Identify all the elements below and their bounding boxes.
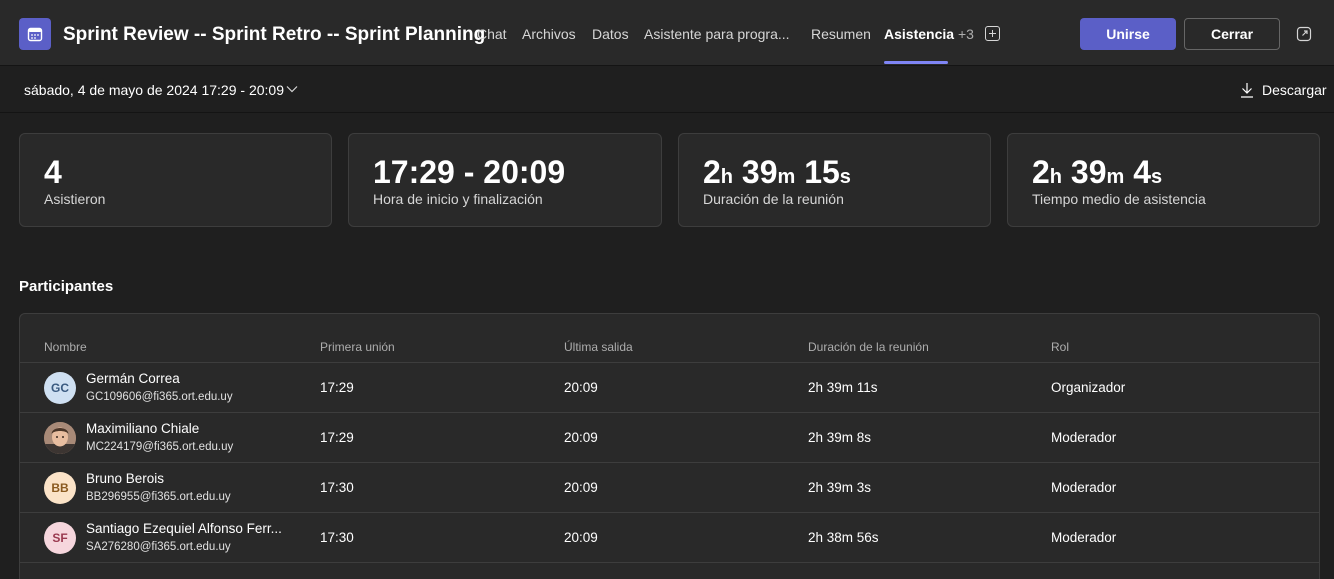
table-row[interactable]: GC Germán Correa GC109606@fi365.ort.edu.… <box>20 363 1319 413</box>
first-join: 17:29 <box>320 430 354 445</box>
more-tabs-button[interactable]: +3 <box>958 26 974 42</box>
column-header-first-join[interactable]: Primera unión <box>320 340 395 354</box>
avatar-photo-icon <box>44 422 76 454</box>
stat-card-duration: 2h 39m 15s Duración de la reunión <box>678 133 991 227</box>
stat-card-attended: 4 Asistieron <box>19 133 332 227</box>
participant-email: GC109606@fi365.ort.edu.uy <box>86 391 233 403</box>
column-header-name[interactable]: Nombre <box>44 340 87 354</box>
duration: 2h 39m 11s <box>808 380 878 395</box>
date-range-selector[interactable]: sábado, 4 de mayo de 2024 17:29 - 20:09 <box>24 82 284 98</box>
popout-icon[interactable] <box>1296 26 1312 42</box>
column-header-role[interactable]: Rol <box>1051 340 1069 354</box>
tab-chat[interactable]: Chat <box>477 26 507 42</box>
tab-asistencia[interactable]: Asistencia <box>884 26 954 42</box>
role: Moderador <box>1051 480 1117 495</box>
meeting-title: Sprint Review -- Sprint Retro -- Sprint … <box>63 24 486 45</box>
first-join: 17:29 <box>320 380 354 395</box>
stat-value: 2h 39m 15s <box>703 154 851 190</box>
participants-table: Nombre Primera unión Última salida Durac… <box>19 313 1320 579</box>
participant-email: BB296955@fi365.ort.edu.uy <box>86 491 231 503</box>
chevron-down-icon[interactable] <box>286 85 298 93</box>
last-leave: 20:09 <box>564 430 598 445</box>
table-row[interactable]: SF Santiago Ezequiel Alfonso Ferr... SA2… <box>20 513 1319 563</box>
avatar: SF <box>44 522 76 554</box>
column-header-last-leave[interactable]: Última salida <box>564 340 633 354</box>
tab-resumen[interactable]: Resumen <box>811 26 871 42</box>
duration: 2h 38m 56s <box>808 530 879 545</box>
role: Moderador <box>1051 430 1117 445</box>
last-leave: 20:09 <box>564 530 598 545</box>
last-leave: 20:09 <box>564 480 598 495</box>
download-button[interactable]: Descargar <box>1240 80 1327 100</box>
stat-label: Duración de la reunión <box>703 191 844 207</box>
duration: 2h 39m 8s <box>808 430 872 445</box>
meeting-header: Sprint Review -- Sprint Retro -- Sprint … <box>0 0 1334 66</box>
participant-name: Santiago Ezequiel Alfonso Ferr... <box>86 521 282 536</box>
last-leave: 20:09 <box>564 380 598 395</box>
first-join: 17:30 <box>320 530 354 545</box>
stat-value: 17:29 - 20:09 <box>373 154 566 190</box>
join-button[interactable]: Unirse <box>1080 18 1176 50</box>
close-button[interactable]: Cerrar <box>1184 18 1280 50</box>
role: Moderador <box>1051 530 1117 545</box>
participant-name: Germán Correa <box>86 371 180 386</box>
duration: 2h 39m 3s <box>808 480 872 495</box>
stat-card-time: 17:29 - 20:09 Hora de inicio y finalizac… <box>348 133 662 227</box>
avatar <box>44 422 76 454</box>
download-icon <box>1241 83 1253 98</box>
participant-email: SA276280@fi365.ort.edu.uy <box>86 541 231 553</box>
active-tab-indicator <box>884 61 948 64</box>
stat-label: Asistieron <box>44 191 106 207</box>
tab-datos[interactable]: Datos <box>592 26 629 42</box>
participant-name: Bruno Berois <box>86 471 165 486</box>
table-row[interactable]: BB Bruno Berois BB296955@fi365.ort.edu.u… <box>20 463 1319 513</box>
tab-archivos[interactable]: Archivos <box>522 26 576 42</box>
stat-label: Hora de inicio y finalización <box>373 191 543 207</box>
column-header-duration[interactable]: Duración de la reunión <box>808 340 929 354</box>
avatar: BB <box>44 472 76 504</box>
date-bar: sábado, 4 de mayo de 2024 17:29 - 20:09 … <box>0 66 1334 113</box>
table-row[interactable]: Maximiliano Chiale MC224179@fi365.ort.ed… <box>20 413 1319 463</box>
participant-name: Maximiliano Chiale <box>86 421 200 436</box>
stat-card-average: 2h 39m 4s Tiempo medio de asistencia <box>1007 133 1320 227</box>
participants-title: Participantes <box>19 278 114 295</box>
participant-email: MC224179@fi365.ort.edu.uy <box>86 441 234 453</box>
stat-label: Tiempo medio de asistencia <box>1032 191 1206 207</box>
download-label: Descargar <box>1262 82 1327 98</box>
stat-value: 2h 39m 4s <box>1032 154 1163 190</box>
calendar-icon <box>19 18 51 50</box>
stat-value: 4 <box>44 154 62 190</box>
first-join: 17:30 <box>320 480 354 495</box>
tab-asistente[interactable]: Asistente para progra... <box>644 26 790 42</box>
add-tab-icon[interactable] <box>985 26 1000 41</box>
role: Organizador <box>1051 380 1126 395</box>
avatar: GC <box>44 372 76 404</box>
